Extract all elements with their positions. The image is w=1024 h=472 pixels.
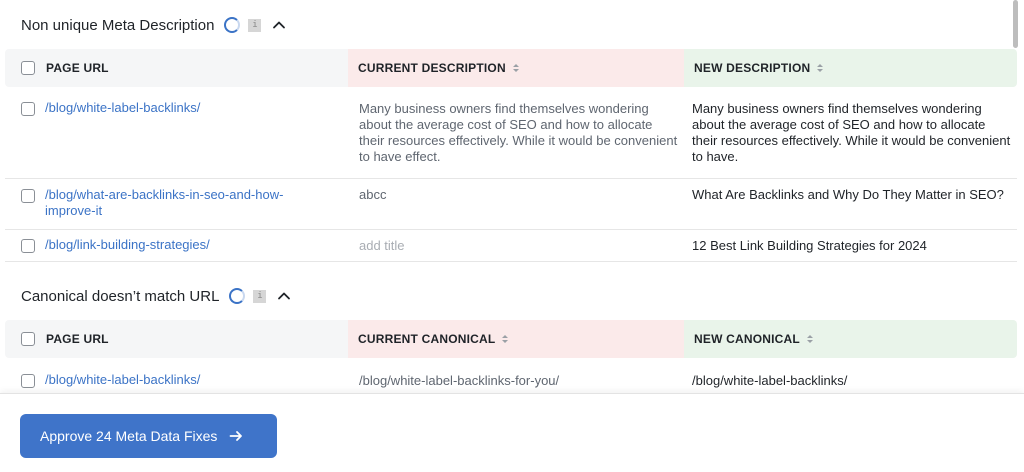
table-row: /blog/white-label-backlinks/ Many busine… [5,87,1017,179]
column-header-page-url: PAGE URL [5,320,348,358]
column-label: PAGE URL [46,332,109,346]
select-all-checkbox[interactable] [21,332,35,346]
column-label: PAGE URL [46,61,109,75]
table-row: /blog/link-building-strategies/ add titl… [5,230,1017,262]
column-label: CURRENT DESCRIPTION [358,61,506,75]
row-checkbox[interactable] [21,189,35,203]
content-scroll-area[interactable]: Non unique Meta Description i PAGE URL C… [0,0,1024,393]
table-row: /blog/white-label-backlinks/ /blog/white… [5,358,1017,393]
current-canonical: /blog/white-label-backlinks-for-you/ [359,373,560,388]
page-url-link[interactable]: /blog/white-label-backlinks/ [45,372,325,388]
approve-button-label: Approve 24 Meta Data Fixes [40,428,218,444]
column-header-new-description[interactable]: NEW DESCRIPTION [684,49,1017,87]
row-checkbox[interactable] [21,102,35,116]
info-icon[interactable]: i [253,289,267,303]
loading-spinner-icon [229,288,246,304]
table-header: PAGE URL CURRENT CANONICAL NEW CANONICAL [5,320,1017,358]
chevron-up-icon[interactable] [271,17,287,33]
row-checkbox[interactable] [21,239,35,253]
new-description[interactable]: What Are Backlinks and Why Do They Matte… [692,187,1014,203]
select-all-checkbox[interactable] [21,61,35,75]
page-url-link[interactable]: /blog/white-label-backlinks/ [45,100,325,116]
row-checkbox[interactable] [21,374,35,388]
chevron-up-icon[interactable] [276,288,292,304]
column-header-current-description[interactable]: CURRENT DESCRIPTION [348,49,684,87]
table-row: /blog/what-are-backlinks-in-seo-and-how-… [5,179,1017,230]
page-url-link[interactable]: /blog/what-are-backlinks-in-seo-and-how-… [45,187,325,219]
column-header-page-url: PAGE URL [5,49,348,87]
sort-icon[interactable] [512,62,520,74]
approve-fixes-button[interactable]: Approve 24 Meta Data Fixes [20,414,277,458]
page-url-link[interactable]: /blog/link-building-strategies/ [45,237,325,253]
section-header-meta-description: Non unique Meta Description i [21,13,287,37]
loading-spinner-icon [224,17,241,33]
section-header-canonical: Canonical doesn’t match URL i [21,284,292,308]
column-label: NEW CANONICAL [694,332,800,346]
current-description: add title [359,238,405,253]
new-description[interactable]: Many business owners find themselves won… [692,101,1014,165]
footer-bar: Approve 24 Meta Data Fixes [0,393,1024,472]
current-description: Many business owners find themselves won… [359,101,678,164]
column-header-new-canonical[interactable]: NEW CANONICAL [684,320,1017,358]
column-label: CURRENT CANONICAL [358,332,496,346]
new-canonical[interactable]: /blog/white-label-backlinks/ [692,373,1014,389]
info-icon[interactable]: i [248,18,262,32]
scrollbar-thumb[interactable] [1013,0,1018,48]
sort-icon[interactable] [816,62,824,74]
new-description[interactable]: 12 Best Link Building Strategies for 202… [692,238,1014,254]
sort-icon[interactable] [806,333,814,345]
column-label: NEW DESCRIPTION [694,61,811,75]
column-header-current-canonical[interactable]: CURRENT CANONICAL [348,320,684,358]
section-title: Canonical doesn’t match URL [21,287,220,305]
table-header: PAGE URL CURRENT DESCRIPTION NEW DESCRIP… [5,49,1017,87]
section-title: Non unique Meta Description [21,16,215,34]
sort-icon[interactable] [501,333,509,345]
current-description: abcc [359,187,387,202]
arrow-right-icon [229,429,243,443]
